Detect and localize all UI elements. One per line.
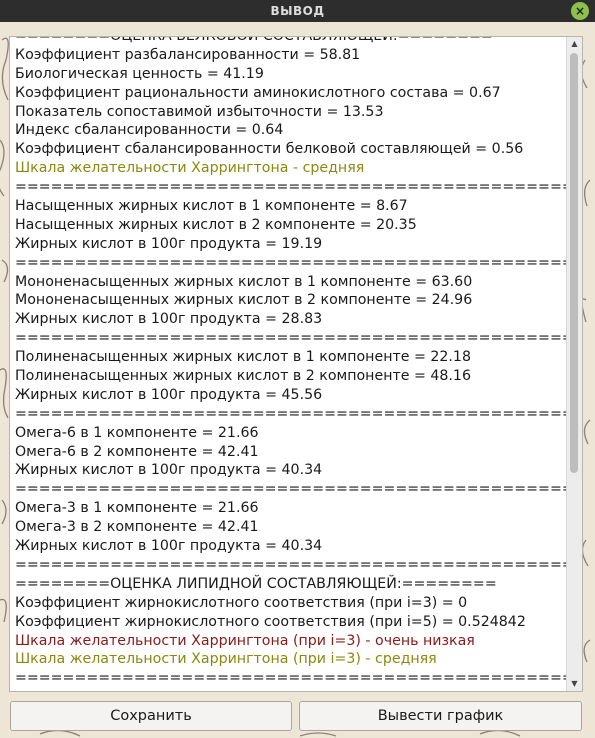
save-button[interactable]: Сохранить xyxy=(10,701,292,731)
output-line: Омега-6 в 1 компоненте = 21.66 xyxy=(15,424,259,441)
output-line: ========================================… xyxy=(15,481,583,498)
output-line: Коэффициент разбалансированности = 58.81 xyxy=(15,46,361,63)
output-line: Индекс сбалансированности = 0.64 xyxy=(15,122,284,139)
output-line: Полиненасыщенных жирных кислот в 1 компо… xyxy=(15,349,471,366)
output-line: Жирных кислот в 100г продукта = 28.83 xyxy=(15,311,323,328)
output-line: ========================================… xyxy=(15,405,583,422)
output-line: ========================================… xyxy=(15,330,583,347)
output-line: Омега-3 в 2 компоненте = 42.41 xyxy=(15,519,259,536)
output-line: Коэффициент сбалансированности белковой … xyxy=(15,141,524,158)
output-line: Биологическая ценность = 41.19 xyxy=(15,65,264,82)
output-line: Шкала желательности Харрингтона - средня… xyxy=(15,160,365,177)
output-line: Коэффициент жирнокислотного соответствия… xyxy=(15,594,468,611)
output-line: Жирных кислот в 100г продукта = 40.34 xyxy=(15,462,323,479)
output-line: Омега-6 в 2 компоненте = 42.41 xyxy=(15,443,259,460)
output-text-area[interactable]: ========ОЦЕНКА БЕЛКОВОЙ СОСТАВЛЯЮЩЕЙ:===… xyxy=(9,36,583,692)
output-line: Мононенасыщенных жирных кислот в 1 компо… xyxy=(15,273,473,290)
output-line: ========ОЦЕНКА БЕЛКОВОЙ СОСТАВЛЯЮЩЕЙ:===… xyxy=(15,36,493,44)
output-line: ========================================… xyxy=(15,179,583,196)
close-button[interactable]: × xyxy=(571,2,589,20)
output-line: Насыщенных жирных кислот в 1 компоненте … xyxy=(15,198,408,215)
output-text: ========ОЦЕНКА БЕЛКОВОЙ СОСТАВЛЯЮЩЕЙ:===… xyxy=(15,36,583,688)
output-line: Жирных кислот в 100г продукта = 40.34 xyxy=(15,538,323,555)
output-line: ========================================… xyxy=(15,254,583,271)
vertical-scrollbar[interactable]: ▲ ▼ xyxy=(566,37,582,691)
output-line: ========================================… xyxy=(15,556,583,573)
output-line: Полиненасыщенных жирных кислот в 2 компо… xyxy=(15,368,471,385)
output-line: Шкала желательности Харрингтона (при i=3… xyxy=(15,651,437,668)
close-icon: × xyxy=(574,4,586,18)
output-line: ========================================… xyxy=(15,670,583,687)
output-window: ВЫВОД × ========ОЦЕНКА БЕЛКОВОЙ СОСТАВЛЯ… xyxy=(0,0,595,738)
output-line: Жирных кислот в 100г продукта = 19.19 xyxy=(15,235,323,252)
title-bar[interactable]: ВЫВОД × xyxy=(0,0,595,22)
show-graph-button[interactable]: Вывести график xyxy=(299,701,582,731)
output-line: Показатель сопоставимой избыточности = 1… xyxy=(15,103,384,120)
scroll-down-icon[interactable]: ▼ xyxy=(567,677,582,691)
scroll-thumb[interactable] xyxy=(570,53,578,473)
output-line: Насыщенных жирных кислот в 2 компоненте … xyxy=(15,216,417,233)
window-title: ВЫВОД xyxy=(270,4,325,18)
output-line: Коэффициент рациональности аминокислотно… xyxy=(15,84,501,101)
output-line: Шкала желательности Харрингтона (при i=3… xyxy=(15,632,475,649)
output-line: ========ОЦЕНКА ЛИПИДНОЙ СОСТАВЛЯЮЩЕЙ:===… xyxy=(15,575,497,592)
scroll-up-icon[interactable]: ▲ xyxy=(567,37,582,51)
output-line: Коэффициент жирнокислотного соответствия… xyxy=(15,613,526,630)
output-line: Мононенасыщенных жирных кислот в 2 компо… xyxy=(15,292,473,309)
output-line: Жирных кислот в 100г продукта = 45.56 xyxy=(15,386,323,403)
output-line: Омега-3 в 1 компоненте = 21.66 xyxy=(15,500,259,517)
